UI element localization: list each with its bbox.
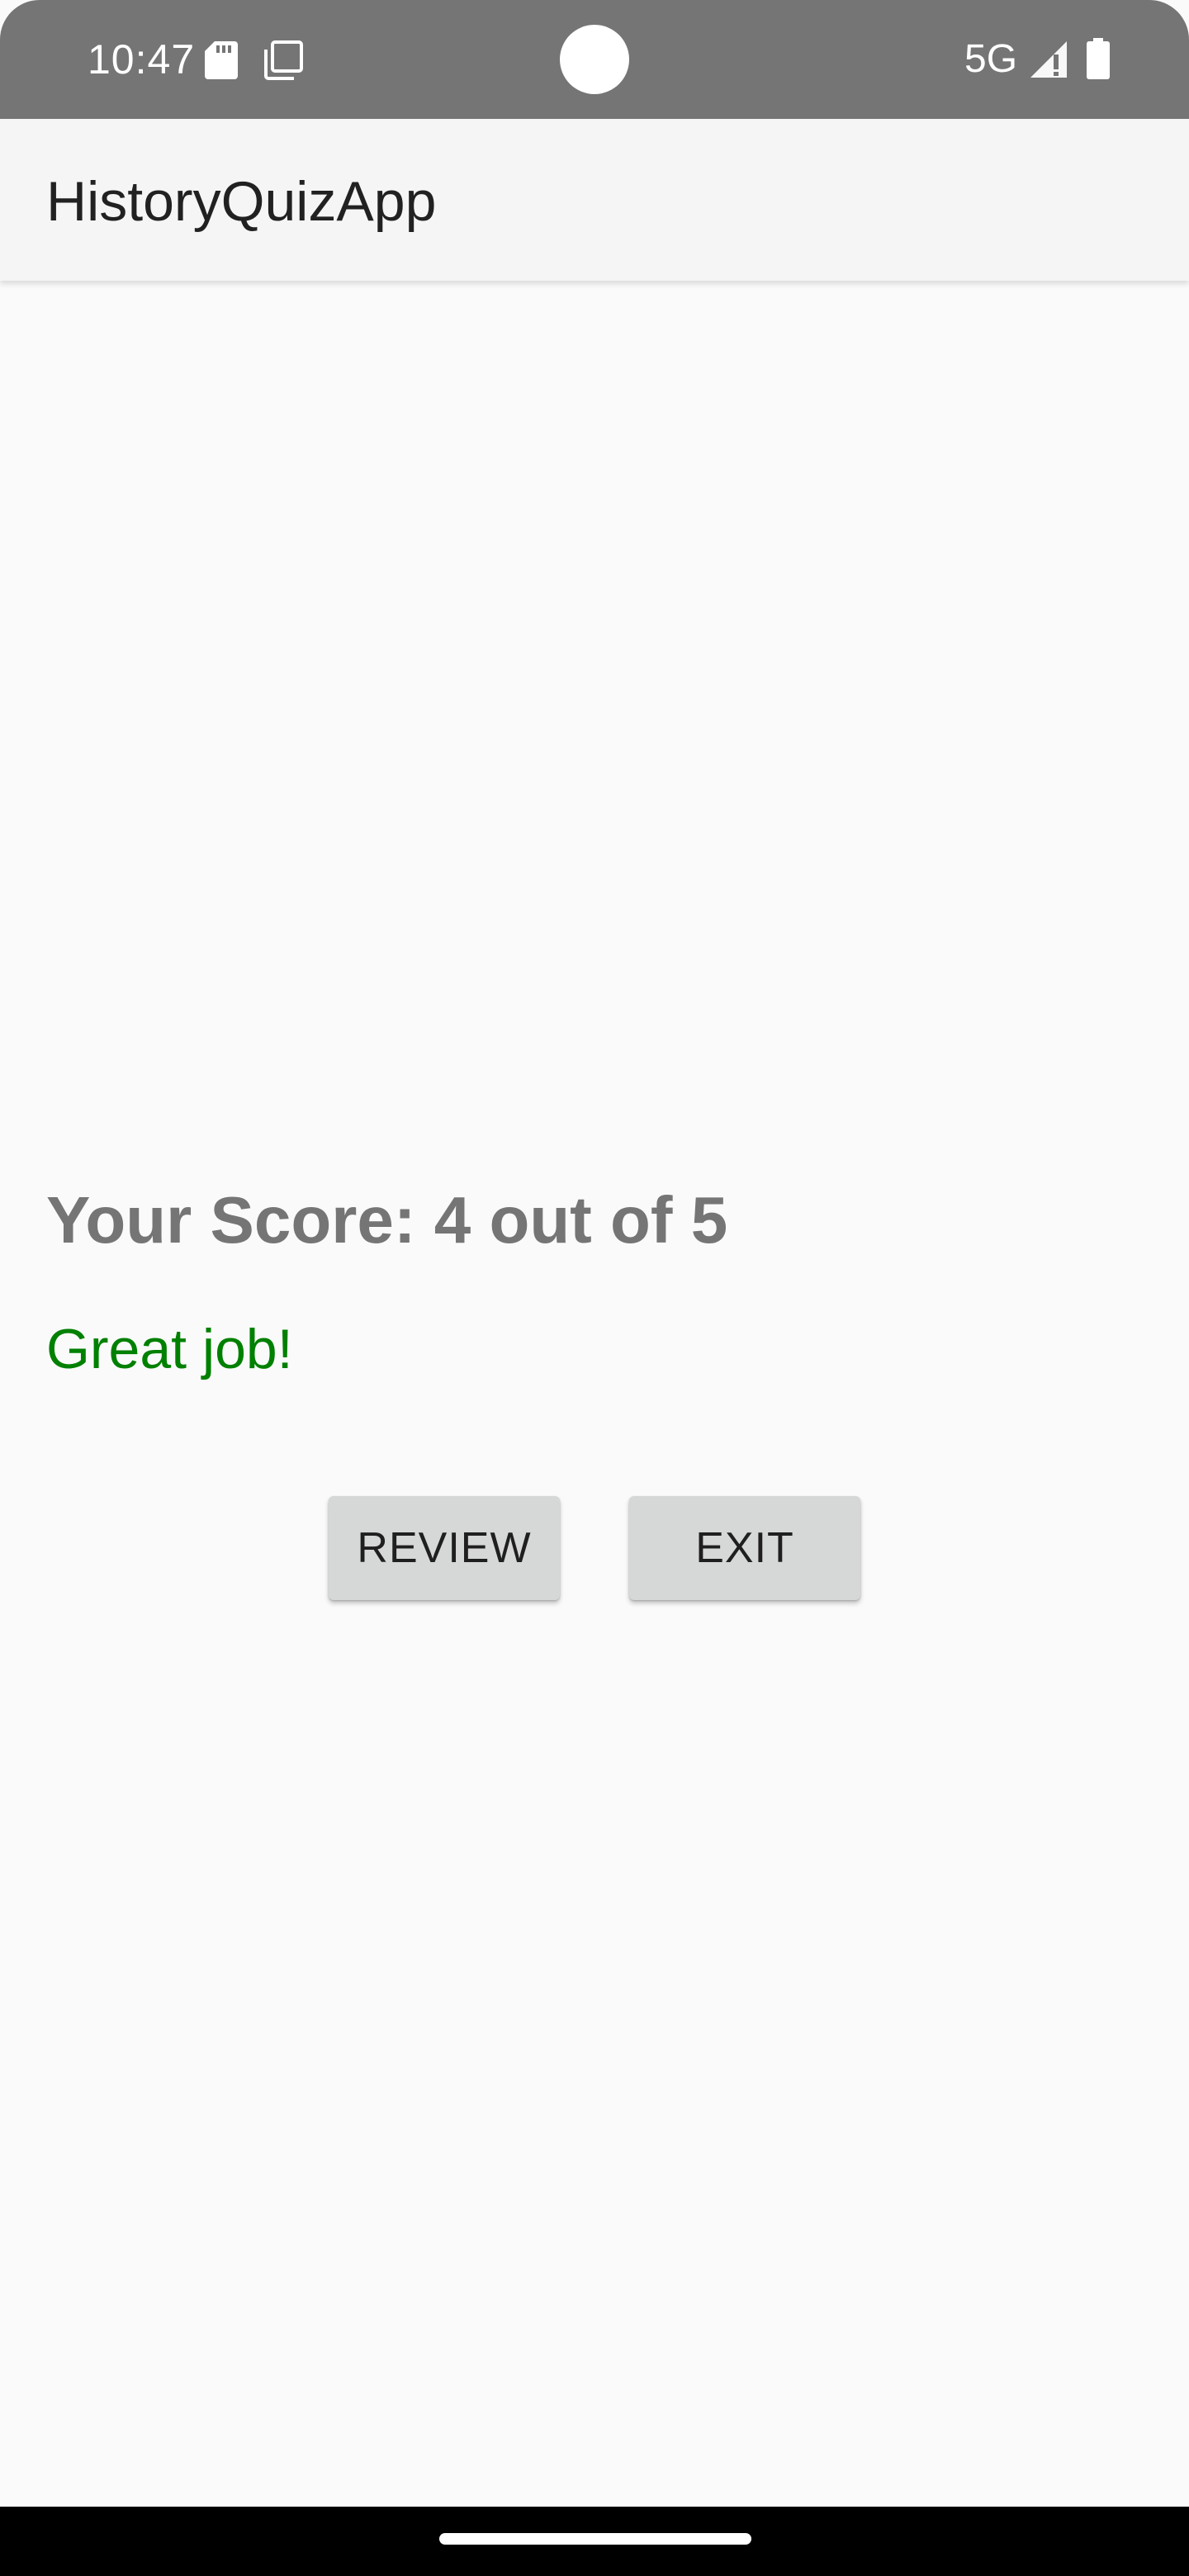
- feedback-text: Great job!: [46, 1318, 293, 1380]
- app-bar: HistoryQuizApp: [0, 119, 1189, 281]
- signal-icon: [1030, 41, 1067, 78]
- battery-icon: [1087, 38, 1110, 79]
- score-text: Your Score: 4 out of 5: [46, 1183, 728, 1257]
- screenshot-icon: [264, 40, 303, 80]
- status-bar: 10:47 5G: [0, 0, 1189, 119]
- home-gesture-handle[interactable]: [439, 2533, 751, 2545]
- status-time: 10:47: [88, 36, 196, 83]
- camera-cutout: [560, 25, 629, 94]
- review-button[interactable]: REVIEW: [329, 1496, 560, 1600]
- sd-card-icon: [205, 41, 238, 79]
- exit-button[interactable]: EXIT: [629, 1496, 860, 1600]
- navigation-bar: [0, 2507, 1189, 2576]
- network-type: 5G: [964, 37, 1018, 81]
- app-title: HistoryQuizApp: [46, 170, 437, 233]
